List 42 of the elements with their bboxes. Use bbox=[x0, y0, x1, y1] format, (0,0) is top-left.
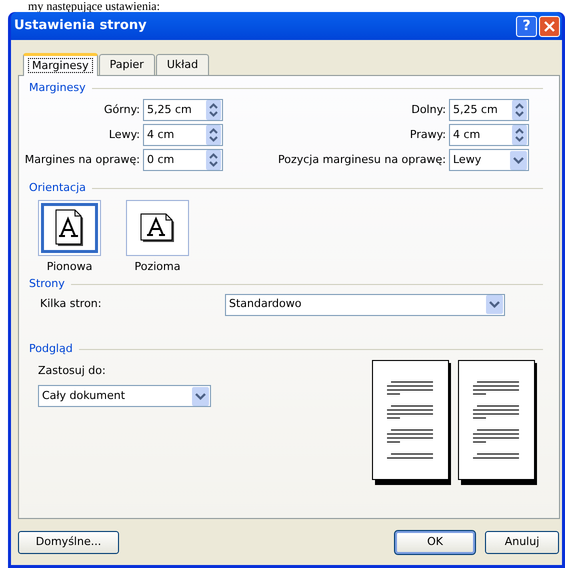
field-label: Górny: bbox=[104, 102, 140, 118]
portrait-page-icon bbox=[54, 209, 84, 247]
spin-arrows-icon[interactable] bbox=[206, 100, 221, 120]
window-title: Ustawienia strony bbox=[14, 17, 147, 36]
close-icon[interactable] bbox=[544, 20, 555, 32]
dialog-button[interactable]: Anuluj bbox=[485, 531, 559, 554]
tab[interactable]: Papier bbox=[98, 54, 155, 75]
spin-arrows-icon[interactable] bbox=[512, 100, 527, 120]
spin-field[interactable]: 4 cm bbox=[449, 124, 529, 146]
field-label: Kilka stron: bbox=[39, 296, 102, 312]
spin-arrows-icon[interactable] bbox=[206, 125, 221, 145]
option-label: Pionowa bbox=[46, 259, 92, 275]
orientation-option[interactable] bbox=[126, 200, 189, 256]
section-heading: Marginesy bbox=[29, 80, 86, 96]
section-heading: Podgląd bbox=[29, 341, 73, 358]
option-label: Pozioma bbox=[134, 259, 180, 275]
spin-field[interactable]: 4 cm bbox=[143, 124, 223, 146]
field-label: Zastosuj do: bbox=[38, 362, 107, 378]
dialog-button[interactable]: OK bbox=[395, 531, 475, 554]
help-button[interactable]: ? bbox=[516, 16, 537, 36]
landscape-page-icon bbox=[140, 213, 176, 243]
document-text: my następujące ustawienia: bbox=[27, 0, 161, 12]
spin-arrows-icon[interactable] bbox=[512, 125, 527, 145]
spin-field[interactable]: 0 cm bbox=[143, 149, 223, 171]
dialog-button[interactable]: Domyślne... bbox=[18, 531, 119, 554]
field-label: Dolny: bbox=[411, 102, 446, 118]
field-label: Lewy: bbox=[108, 126, 140, 143]
section-heading: Strony bbox=[29, 276, 65, 292]
section-heading: Orientacja bbox=[29, 180, 86, 196]
spin-field[interactable]: 5,25 cm bbox=[449, 99, 529, 121]
dropdown-field[interactable]: Lewy bbox=[449, 149, 529, 171]
spin-field[interactable]: 5,25 cm bbox=[143, 99, 223, 121]
field-label: Prawy: bbox=[410, 126, 446, 143]
spin-arrows-icon[interactable] bbox=[206, 150, 221, 170]
tab[interactable]: Marginesy bbox=[23, 53, 98, 76]
dropdown-field[interactable]: Cały dokument bbox=[38, 385, 211, 407]
tab[interactable]: Układ bbox=[156, 54, 210, 75]
field-label: Margines na oprawę: bbox=[24, 152, 140, 168]
orientation-option[interactable] bbox=[38, 200, 101, 256]
close-button[interactable] bbox=[539, 16, 560, 36]
dropdown-field[interactable]: Standardowo bbox=[225, 294, 505, 316]
field-label: Pozycja marginesu na oprawę: bbox=[278, 152, 446, 168]
